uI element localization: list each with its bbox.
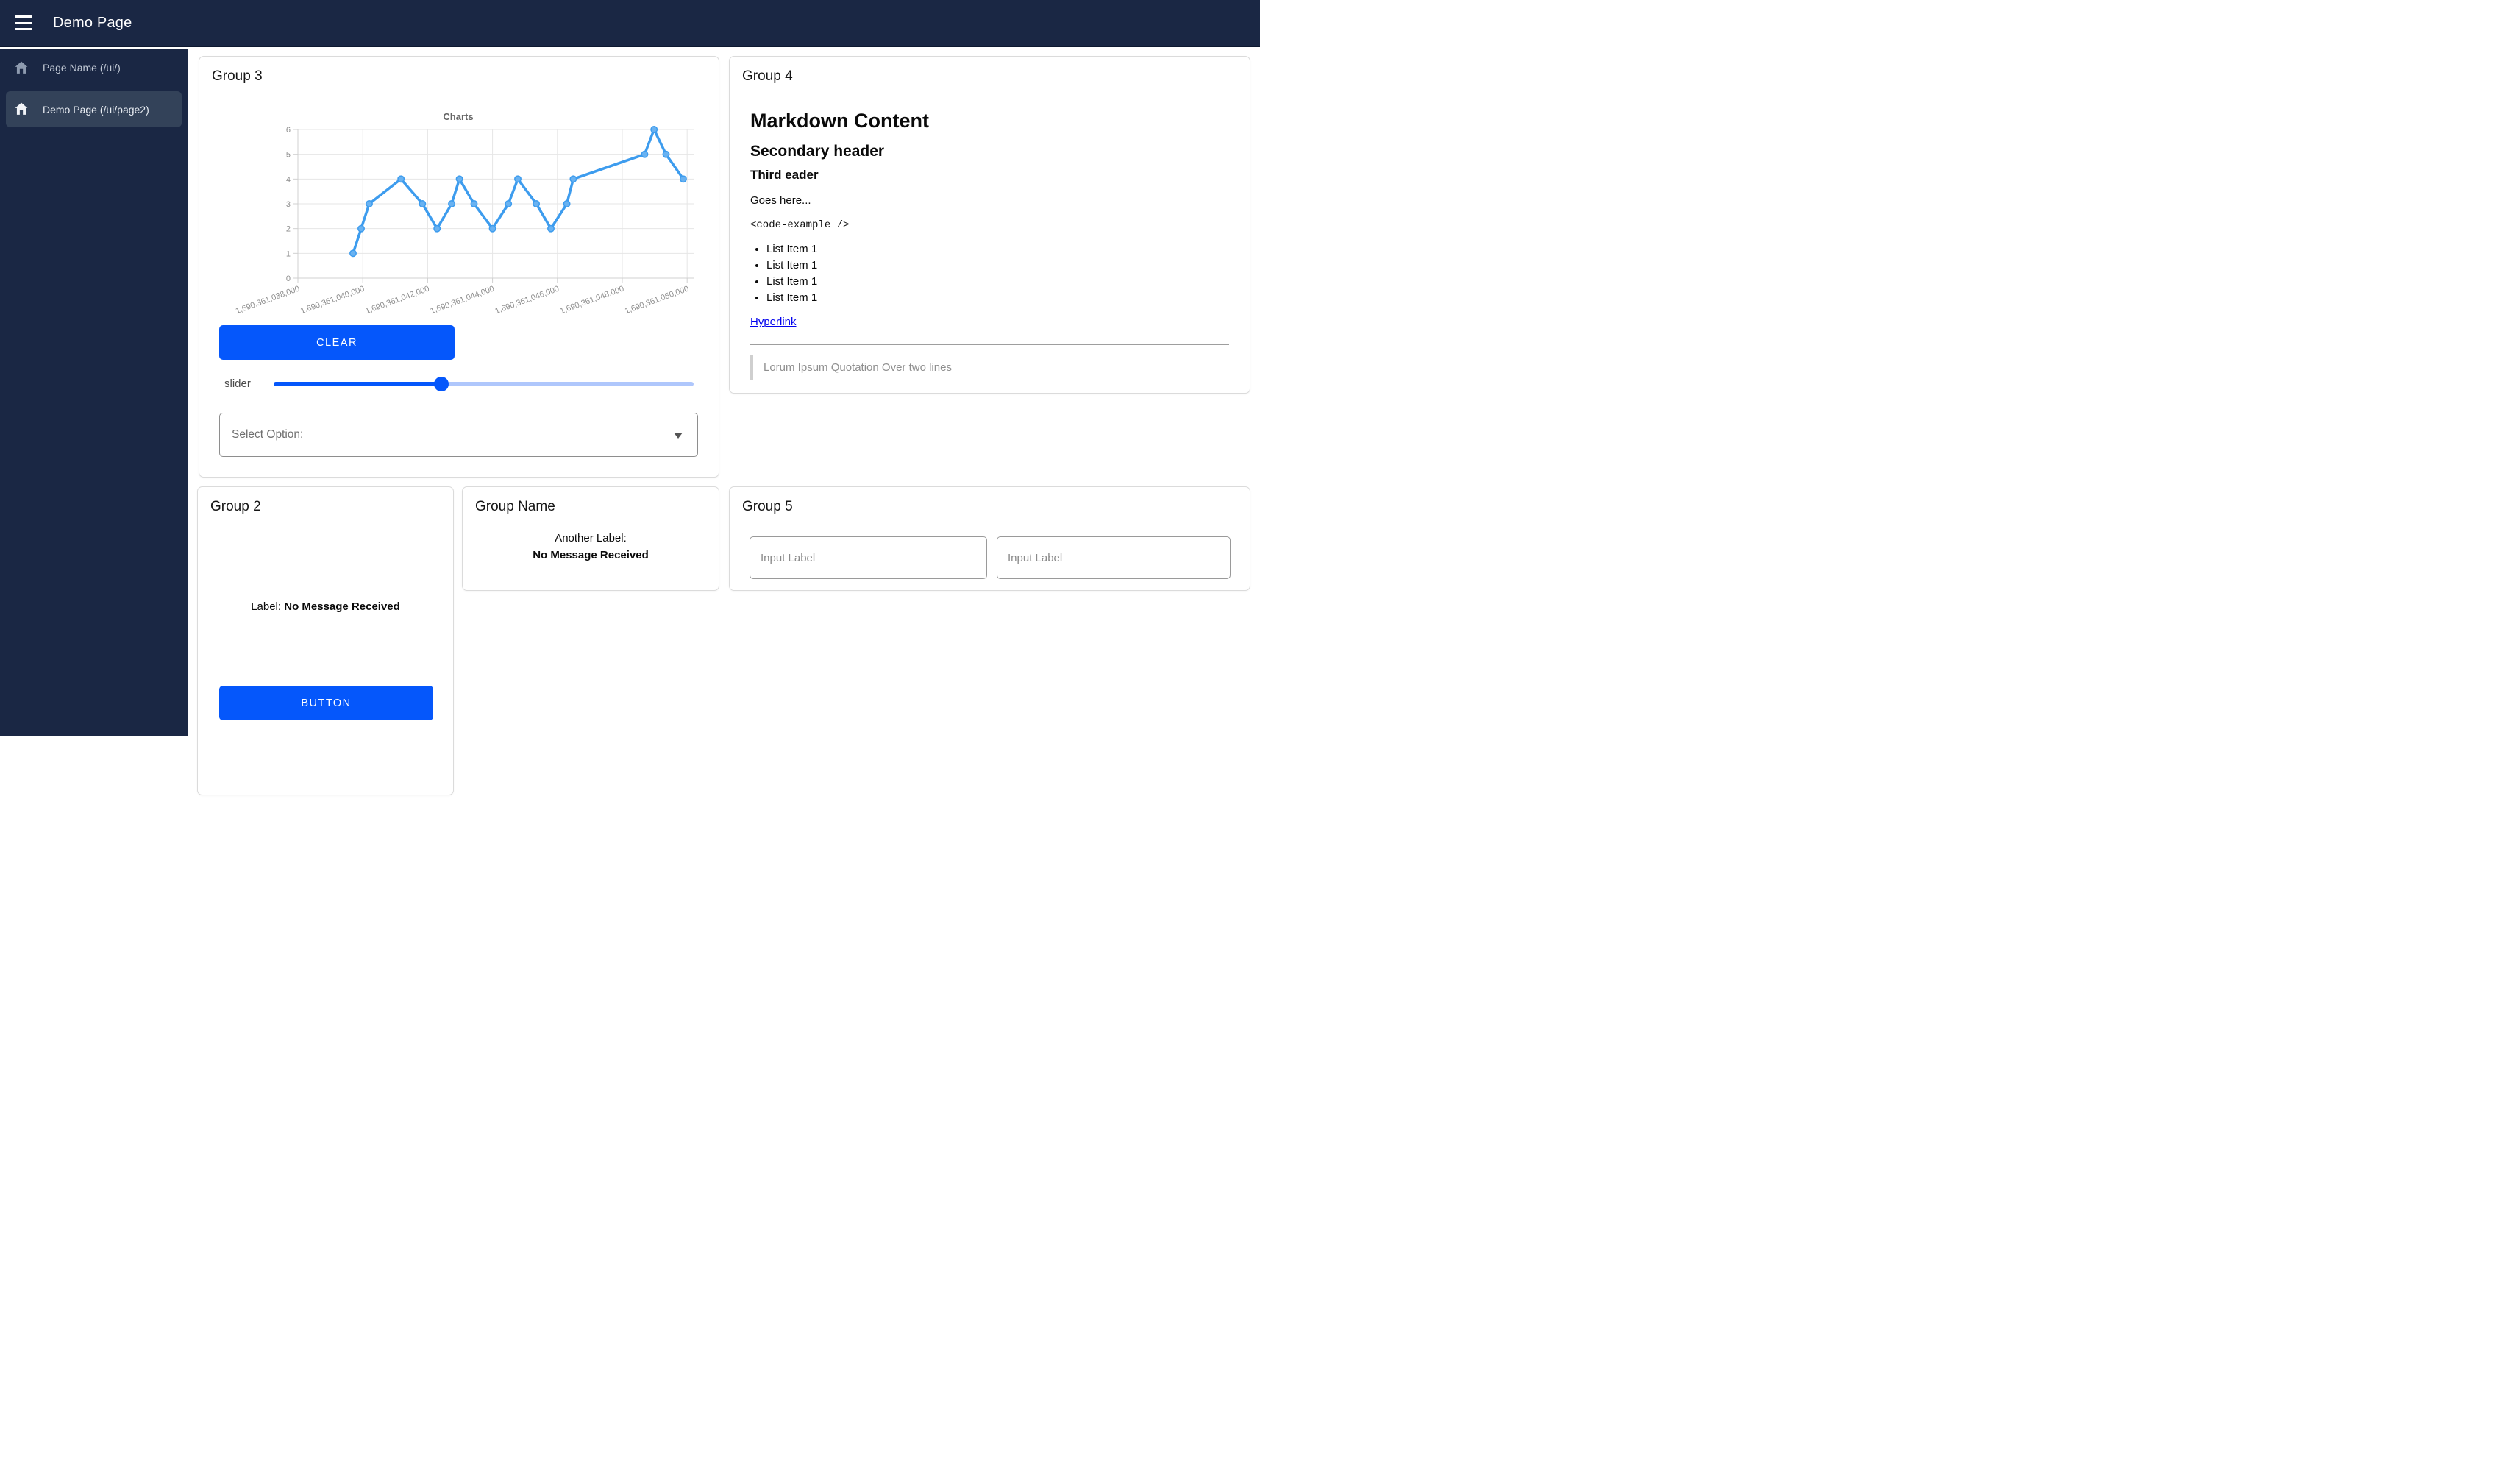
group-name-message: Another Label: No Message Received	[463, 530, 719, 564]
markdown-code: <code-example />	[750, 219, 1229, 231]
dropdown-caret-icon	[674, 433, 683, 439]
markdown-h3: Third eader	[750, 168, 1229, 182]
slider-row: slider	[224, 375, 694, 394]
message-value: No Message Received	[463, 547, 719, 564]
svg-text:4: 4	[286, 175, 291, 184]
group4-title: Group 4	[742, 68, 793, 85]
message-label: Another Label:	[463, 530, 719, 547]
clear-button[interactable]: CLEAR	[219, 325, 455, 360]
app-title: Demo Page	[53, 15, 132, 32]
input-label-field-2[interactable]	[997, 536, 1231, 579]
divider	[750, 344, 1229, 345]
svg-text:1,690,361,048,000: 1,690,361,048,000	[559, 285, 625, 316]
svg-text:6: 6	[286, 126, 291, 135]
list-item: List Item 1	[766, 259, 1229, 271]
markdown-h2: Secondary header	[750, 143, 1229, 160]
markdown-paragraph: Goes here...	[750, 194, 1229, 207]
sidebar: Page Name (/ui/) Demo Page (/ui/page2)	[0, 49, 188, 736]
slider[interactable]	[274, 382, 694, 386]
svg-text:1,690,361,044,000: 1,690,361,044,000	[429, 285, 495, 316]
select-label: Select Option:	[232, 428, 303, 441]
home-icon	[15, 61, 28, 74]
svg-text:0: 0	[286, 274, 291, 283]
svg-text:1,690,361,050,000: 1,690,361,050,000	[624, 285, 690, 316]
hyperlink[interactable]: Hyperlink	[750, 316, 797, 328]
message-value: No Message Received	[284, 600, 400, 613]
markdown-list: List Item 1 List Item 1 List Item 1 List…	[750, 243, 1229, 304]
svg-text:1,690,361,046,000: 1,690,361,046,000	[494, 285, 560, 316]
select-option-dropdown[interactable]: Select Option:	[219, 413, 698, 457]
group3-card: Group 3 01234561,690,361,038,0001,690,36…	[199, 56, 719, 478]
list-item: List Item 1	[766, 275, 1229, 288]
group-name-title: Group Name	[475, 499, 555, 515]
input-label-field-1[interactable]	[750, 536, 987, 579]
group2-card: Group 2 Label: No Message Received BUTTO…	[197, 486, 454, 795]
svg-text:Charts: Charts	[443, 111, 473, 122]
slider-fill	[274, 382, 441, 386]
line-chart[interactable]: 0 1 2 3 4 5 6 1,690,361,038,0001,690,361,040,00…	[210, 108, 707, 326]
message-label: Label:	[251, 600, 281, 613]
sidebar-item-label: Demo Page (/ui/page2)	[43, 104, 149, 116]
list-item: List Item 1	[766, 291, 1229, 304]
svg-text:1,690,361,038,000: 1,690,361,038,000	[235, 285, 301, 316]
menu-icon[interactable]	[15, 15, 34, 30]
group3-title: Group 3	[212, 68, 263, 85]
svg-text:3: 3	[286, 200, 291, 209]
blockquote: Lorum Ipsum Quotation Over two lines	[750, 355, 1229, 380]
sidebar-item-demo-page[interactable]: Demo Page (/ui/page2)	[6, 91, 182, 127]
svg-text:2: 2	[286, 225, 291, 234]
group5-card: Group 5	[729, 486, 1250, 591]
home-icon	[15, 102, 28, 116]
markdown-content: Markdown Content Secondary header Third …	[750, 104, 1229, 380]
slider-label: slider	[224, 377, 251, 390]
svg-text:1,690,361,040,000: 1,690,361,040,000	[299, 285, 366, 316]
group2-title: Group 2	[210, 499, 261, 515]
list-item: List Item 1	[766, 243, 1229, 255]
sidebar-item-label: Page Name (/ui/)	[43, 62, 121, 74]
markdown-h1: Markdown Content	[750, 110, 1229, 132]
top-navbar: Demo Page	[0, 0, 1260, 47]
group-name-card: Group Name Another Label: No Message Rec…	[462, 486, 719, 591]
svg-text:1,690,361,042,000: 1,690,361,042,000	[364, 285, 430, 316]
svg-text:1: 1	[286, 249, 291, 258]
sidebar-item-page-name[interactable]: Page Name (/ui/)	[6, 50, 182, 85]
group2-button[interactable]: BUTTON	[219, 686, 433, 720]
svg-text:5: 5	[286, 151, 291, 160]
group5-title: Group 5	[742, 499, 793, 515]
group4-card: Group 4 Markdown Content Secondary heade…	[729, 56, 1250, 394]
group2-message: Label: No Message Received	[198, 600, 453, 613]
slider-thumb[interactable]	[434, 377, 449, 391]
